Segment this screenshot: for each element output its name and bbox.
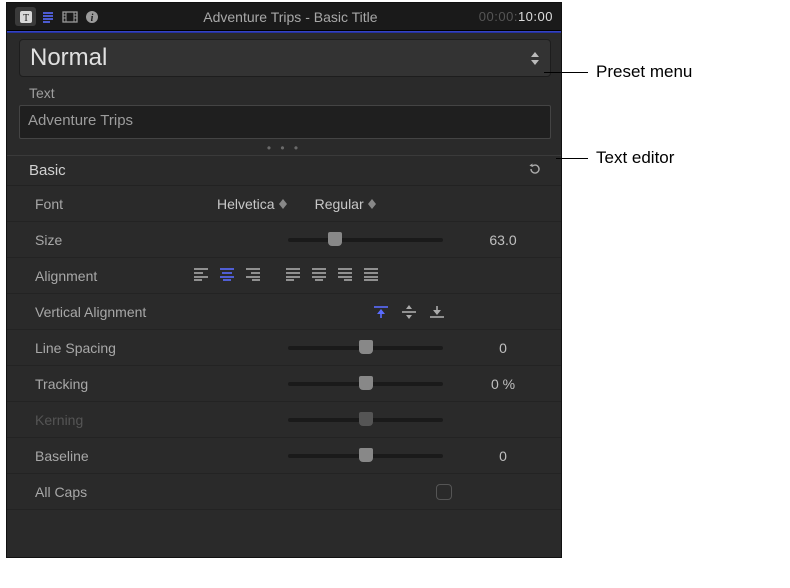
justify-left-icon[interactable]	[285, 267, 305, 285]
tracking-label: Tracking	[35, 376, 175, 392]
text-value: Adventure Trips	[28, 112, 133, 129]
tracking-value[interactable]: 0 %	[463, 376, 543, 392]
font-weight-select[interactable]: Regular	[315, 196, 376, 212]
tracking-slider[interactable]	[288, 382, 443, 386]
baseline-label: Baseline	[35, 448, 175, 464]
line-spacing-label: Line Spacing	[35, 340, 175, 356]
align-right-icon[interactable]	[245, 267, 265, 285]
size-label: Size	[35, 232, 175, 248]
valign-top-icon[interactable]	[370, 303, 392, 321]
font-family-select[interactable]: Helvetica	[217, 196, 287, 212]
align-left-icon[interactable]	[193, 267, 213, 285]
align-center-icon[interactable]	[219, 267, 239, 285]
justify-full-icon[interactable]	[363, 267, 383, 285]
info-tab-icon[interactable]: i	[81, 7, 102, 26]
kerning-label: Kerning	[35, 412, 175, 428]
paragraph-tab-icon[interactable]	[37, 7, 58, 26]
justify-right-icon[interactable]	[337, 267, 357, 285]
reset-icon[interactable]	[527, 161, 543, 180]
video-tab-icon[interactable]	[59, 7, 80, 26]
preset-value: Normal	[30, 44, 107, 72]
chevron-updown-icon	[530, 52, 540, 65]
valign-middle-icon[interactable]	[398, 303, 420, 321]
allcaps-checkbox[interactable]	[436, 484, 452, 500]
size-value[interactable]: 63.0	[463, 232, 543, 248]
text-editor[interactable]: Adventure Trips	[19, 105, 551, 139]
kerning-slider	[288, 418, 443, 422]
baseline-value[interactable]: 0	[463, 448, 543, 464]
text-section-label: Text	[29, 85, 561, 101]
line-spacing-slider[interactable]	[288, 346, 443, 350]
font-label: Font	[35, 196, 175, 212]
svg-text:T: T	[22, 13, 28, 24]
alignment-label: Alignment	[35, 268, 175, 284]
valign-label: Vertical Alignment	[35, 304, 175, 320]
timecode: 00:00:10:00	[479, 9, 553, 24]
size-slider[interactable]	[288, 238, 443, 242]
baseline-slider[interactable]	[288, 454, 443, 458]
preset-menu[interactable]: Normal	[19, 39, 551, 77]
panel-title: Adventure Trips - Basic Title	[102, 9, 479, 25]
justify-center-icon[interactable]	[311, 267, 331, 285]
line-spacing-value[interactable]: 0	[463, 340, 543, 356]
chevron-updown-icon	[279, 199, 287, 209]
section-title-basic: Basic	[29, 162, 66, 179]
valign-bottom-icon[interactable]	[426, 303, 448, 321]
text-tab-icon[interactable]: T	[15, 7, 36, 26]
drag-handle-icon[interactable]: • • •	[7, 141, 561, 155]
chevron-updown-icon	[368, 199, 376, 209]
svg-text:i: i	[90, 13, 93, 24]
allcaps-label: All Caps	[35, 484, 175, 500]
